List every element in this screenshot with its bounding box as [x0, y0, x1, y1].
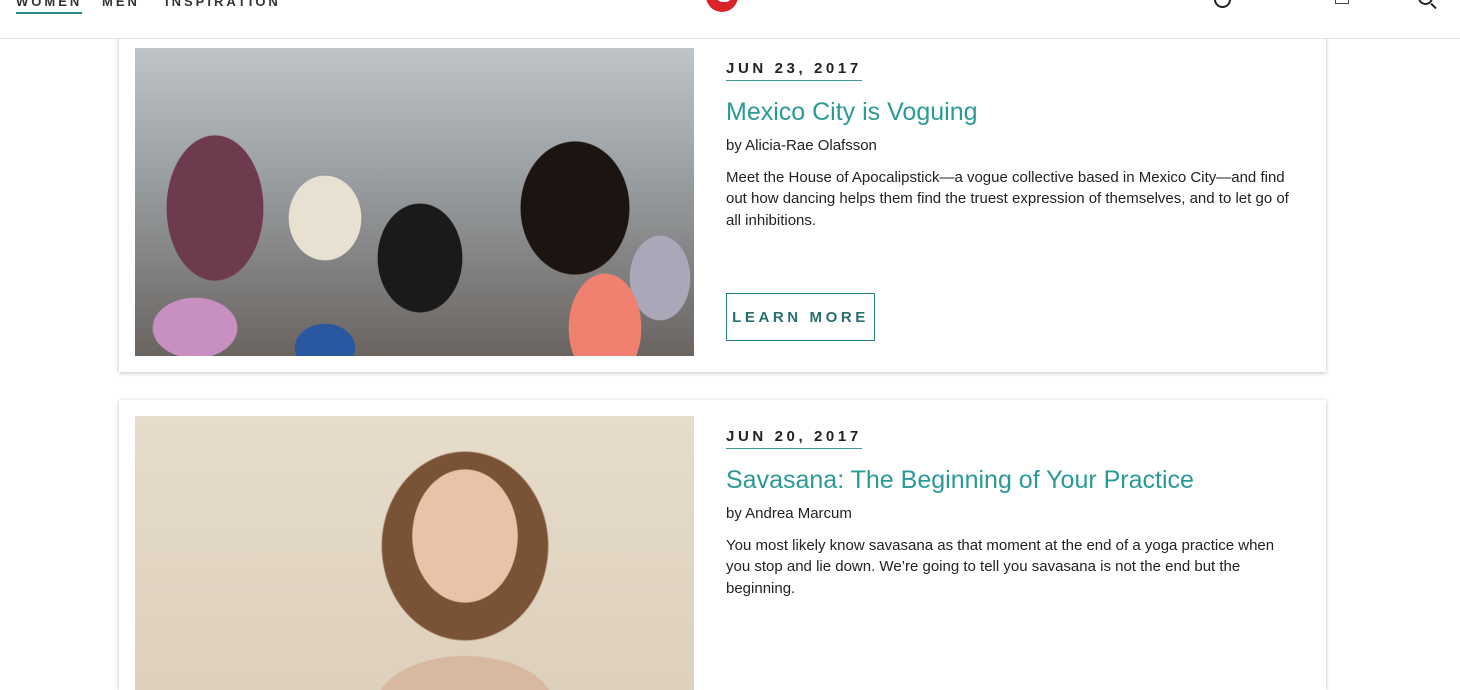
top-navigation-bar: WOMEN MEN INSPIRATION ⋮ — [0, 0, 1460, 39]
article-title[interactable]: Mexico City is Voguing — [726, 97, 1291, 127]
article-content: JUN 23, 2017 Mexico City is Voguing by A… — [726, 60, 1291, 231]
nav-tab-women[interactable]: WOMEN — [16, 0, 83, 14]
article-byline: by Alicia-Rae Olafsson — [726, 137, 877, 154]
article-image[interactable] — [135, 416, 694, 690]
nav-tab-inspiration[interactable]: INSPIRATION — [165, 0, 281, 12]
article-card: JUN 20, 2017 Savasana: The Beginning of … — [119, 400, 1326, 690]
article-image[interactable] — [135, 48, 694, 356]
brand-logo-icon[interactable] — [706, 0, 738, 12]
article-summary: Meet the House of Apocalipstick—a vogue … — [726, 169, 1289, 229]
nav-tab-men[interactable]: MEN — [102, 0, 140, 12]
article-title[interactable]: Savasana: The Beginning of Your Practice — [726, 465, 1291, 495]
article-card: JUN 23, 2017 Mexico City is Voguing by A… — [119, 22, 1326, 372]
article-byline: by Andrea Marcum — [726, 505, 852, 522]
article-content: JUN 20, 2017 Savasana: The Beginning of … — [726, 428, 1291, 599]
globe-icon[interactable] — [1214, 0, 1231, 8]
article-summary: You most likely know savasana as that mo… — [726, 537, 1275, 597]
more-icon[interactable]: ⋮ — [1384, 0, 1387, 8]
learn-more-button[interactable]: LEARN MORE — [726, 293, 875, 341]
article-date: JUN 23, 2017 — [726, 60, 862, 81]
article-date: JUN 20, 2017 — [726, 428, 862, 449]
search-icon[interactable] — [1418, 0, 1433, 5]
bag-icon[interactable] — [1335, 0, 1349, 4]
